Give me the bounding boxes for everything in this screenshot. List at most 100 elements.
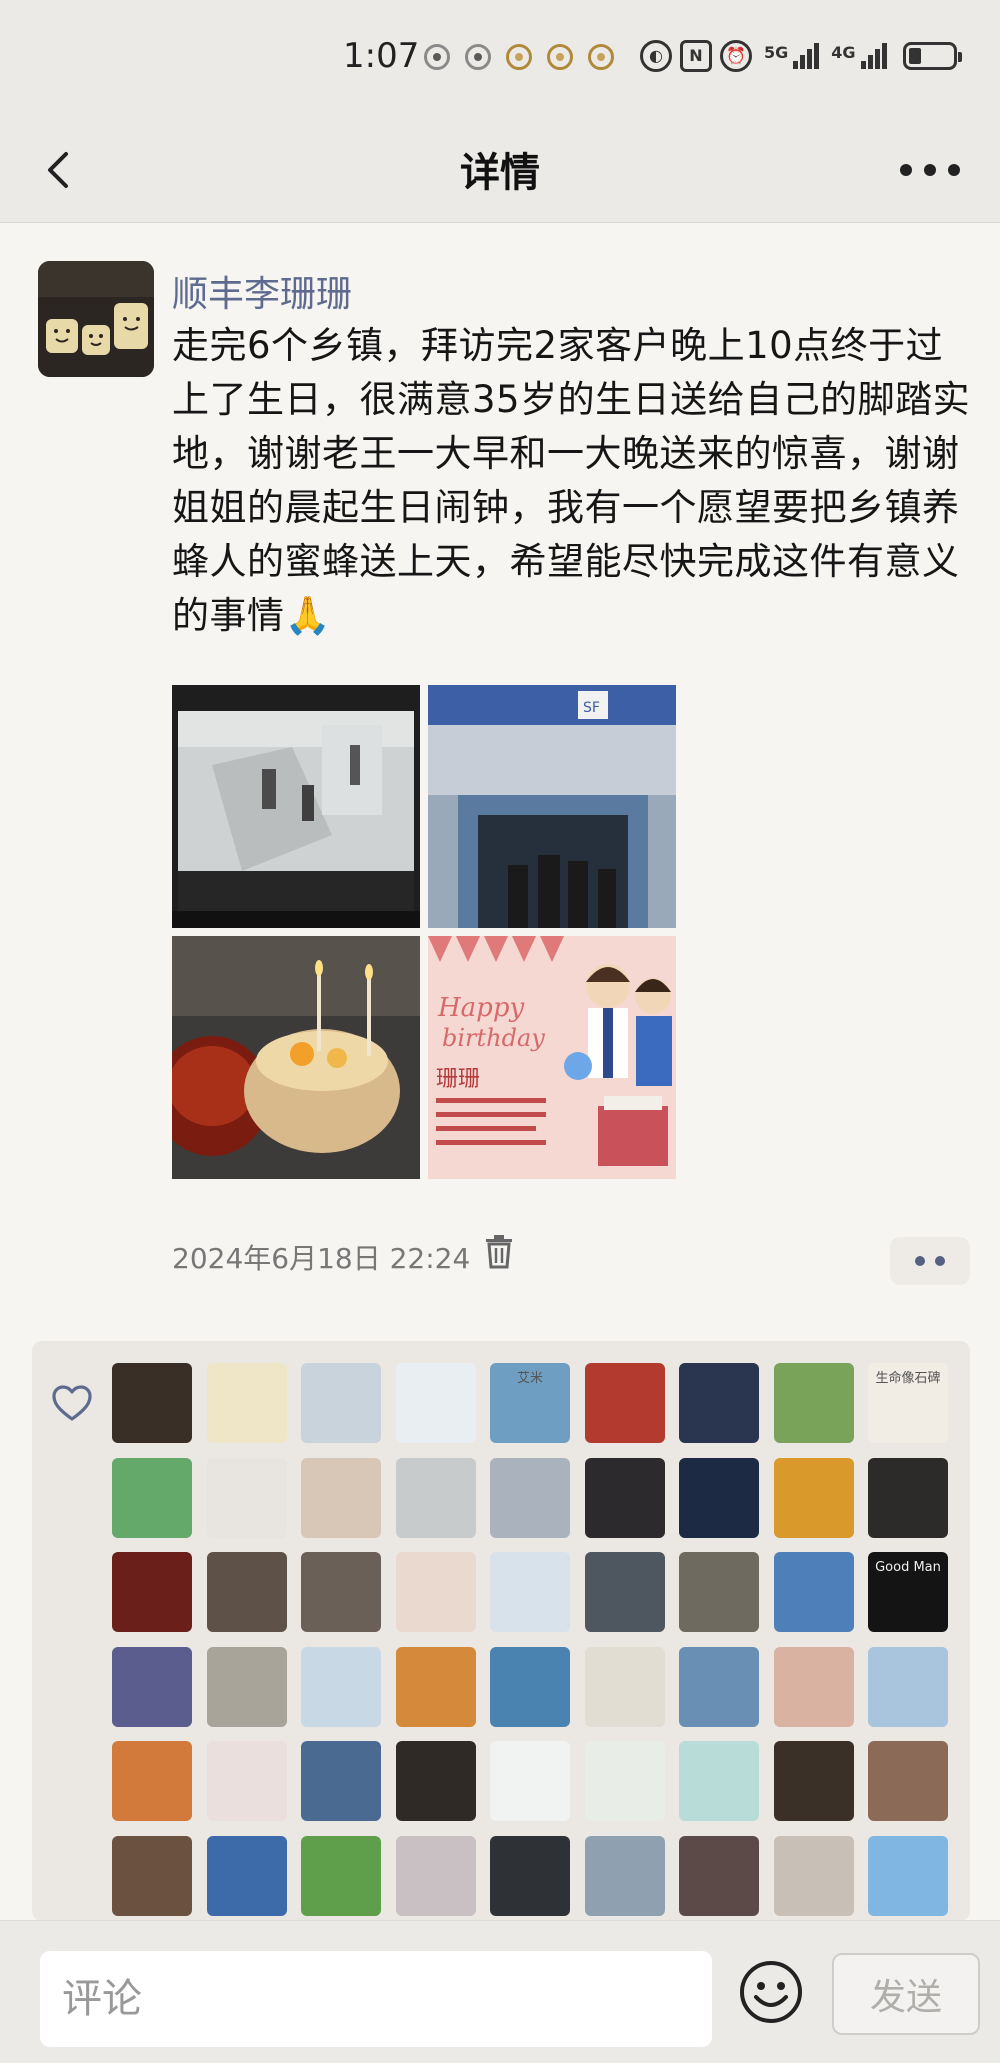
status-bar: 1:07 ◐ N ⏰ 5G 4G <box>0 0 1000 120</box>
app-notification-icon <box>588 44 614 70</box>
liker-avatar[interactable] <box>584 1835 665 1916</box>
liker-avatar[interactable] <box>395 1835 476 1916</box>
post-detail: 顺丰李珊珊 走完6个乡镇，拜访完2家客户晚上10点终于过上了生日，很满意35岁的… <box>0 223 1000 1921</box>
liker-avatar[interactable] <box>773 1457 854 1538</box>
more-dots-icon <box>915 1256 925 1266</box>
liker-avatar[interactable] <box>395 1646 476 1727</box>
svg-text:birthday: birthday <box>442 1024 545 1052</box>
liker-avatar[interactable] <box>206 1363 287 1443</box>
liker-avatar[interactable]: 艾米 <box>490 1363 570 1443</box>
signal-icon: 4G <box>831 43 887 69</box>
liker-avatar[interactable] <box>395 1457 476 1538</box>
signal-icon: 5G <box>764 43 820 69</box>
liker-avatar[interactable] <box>112 1363 192 1443</box>
liker-avatar[interactable] <box>112 1835 192 1916</box>
liker-avatar[interactable] <box>112 1741 192 1821</box>
liker-avatar[interactable] <box>490 1835 570 1916</box>
notification-icons <box>424 44 614 70</box>
liker-avatar[interactable] <box>395 1552 476 1632</box>
author-avatar[interactable] <box>38 261 154 377</box>
send-button[interactable]: 发送 <box>832 1953 980 2035</box>
avatar-label: 生命像石碑 <box>875 1371 941 1386</box>
emoji-button[interactable] <box>738 1959 804 2025</box>
liker-avatar[interactable] <box>206 1552 287 1632</box>
liker-avatar[interactable] <box>301 1741 381 1821</box>
liker-avatar[interactable] <box>490 1646 570 1727</box>
liker-avatar[interactable] <box>773 1835 854 1916</box>
liker-avatar[interactable] <box>679 1835 759 1916</box>
liker-avatar[interactable] <box>773 1552 854 1632</box>
liker-avatar[interactable] <box>584 1646 665 1727</box>
birthday-cake-photo[interactable] <box>172 936 420 1179</box>
page-title: 详情 <box>460 150 540 196</box>
liker-avatar[interactable] <box>206 1741 287 1821</box>
liker-avatar[interactable] <box>773 1646 854 1727</box>
liker-avatar[interactable] <box>490 1741 570 1821</box>
liker-avatar[interactable] <box>395 1741 476 1821</box>
emoji-icon <box>740 1961 802 2023</box>
office-scene-photo[interactable] <box>172 685 420 928</box>
liker-avatar[interactable] <box>868 1741 948 1821</box>
liker-avatar[interactable] <box>584 1457 665 1538</box>
liker-avatar[interactable] <box>206 1646 287 1727</box>
liker-avatar[interactable] <box>584 1552 665 1632</box>
liker-avatar[interactable] <box>112 1457 192 1538</box>
like-comment-button[interactable] <box>890 1237 970 1285</box>
liker-avatar[interactable] <box>679 1646 759 1727</box>
liker-avatar[interactable]: Good Man <box>868 1552 948 1632</box>
liker-avatar[interactable] <box>584 1741 665 1821</box>
liker-avatar[interactable] <box>301 1457 381 1538</box>
network-label: 5G <box>764 43 789 62</box>
liker-avatar[interactable] <box>868 1457 948 1538</box>
more-button[interactable] <box>900 160 960 180</box>
headset-icon: ◐ <box>640 40 672 72</box>
liker-avatar[interactable] <box>490 1457 570 1538</box>
liker-avatar[interactable] <box>301 1835 381 1916</box>
network-label: 4G <box>831 43 856 62</box>
app-notification-icon <box>424 44 450 70</box>
liker-avatar[interactable] <box>868 1835 948 1916</box>
delete-button[interactable] <box>484 1235 514 1269</box>
liker-avatar[interactable] <box>112 1646 192 1727</box>
liker-avatar[interactable] <box>868 1646 948 1727</box>
moment-detail-page: 1:07 ◐ N ⏰ 5G 4G 详情 顺丰李珊珊 走完6个乡镇，拜访完2家客户… <box>0 0 1000 2063</box>
status-time: 1:07 <box>343 36 420 76</box>
liker-avatar[interactable] <box>301 1552 381 1632</box>
comment-input[interactable] <box>40 1951 712 2047</box>
nfc-icon: N <box>680 40 712 72</box>
post-timestamp: 2024年6月18日 22:24 <box>172 1242 471 1275</box>
liker-avatar[interactable] <box>112 1552 192 1632</box>
nav-header: 详情 <box>0 120 1000 223</box>
store-sign-text: SF <box>583 700 600 716</box>
liker-avatar[interactable] <box>206 1457 287 1538</box>
card-name-text: 珊珊 <box>436 1067 480 1092</box>
liker-avatar[interactable] <box>679 1741 759 1821</box>
system-icons: ◐ N ⏰ 5G 4G <box>640 40 962 72</box>
liker-avatar[interactable] <box>395 1363 476 1443</box>
heart-icon <box>52 1385 92 1421</box>
likes-panel: 艾米 生命像石碑 Good Man <box>32 1341 970 1921</box>
liker-avatar[interactable] <box>773 1741 854 1821</box>
battery-icon <box>902 42 962 70</box>
liker-avatar[interactable] <box>301 1646 381 1727</box>
liker-avatar[interactable] <box>301 1363 381 1443</box>
storefront-photo[interactable]: SF <box>428 685 676 928</box>
post-text: 走完6个乡镇，拜访完2家客户晚上10点终于过上了生日，很满意35岁的生日送给自己… <box>172 324 971 637</box>
app-notification-icon <box>506 44 532 70</box>
author-name[interactable]: 顺丰李珊珊 <box>172 265 352 317</box>
liker-avatar[interactable] <box>206 1835 287 1916</box>
birthday-card-photo[interactable]: Happy birthday 珊珊 <box>428 936 676 1179</box>
liker-avatar[interactable] <box>584 1363 665 1443</box>
liker-avatar[interactable]: 生命像石碑 <box>868 1363 948 1443</box>
svg-text:Happy: Happy <box>437 993 524 1023</box>
liker-avatar[interactable] <box>679 1552 759 1632</box>
app-notification-icon <box>465 44 491 70</box>
alarm-icon: ⏰ <box>720 40 752 72</box>
liker-avatar[interactable] <box>679 1363 759 1443</box>
liker-avatar[interactable] <box>490 1552 570 1632</box>
likes-avatar-grid: 艾米 生命像石碑 Good Man <box>112 1363 948 1916</box>
more-dots-icon <box>900 164 912 176</box>
trash-icon <box>486 1235 512 1269</box>
liker-avatar[interactable] <box>679 1457 759 1538</box>
liker-avatar[interactable] <box>773 1363 854 1443</box>
